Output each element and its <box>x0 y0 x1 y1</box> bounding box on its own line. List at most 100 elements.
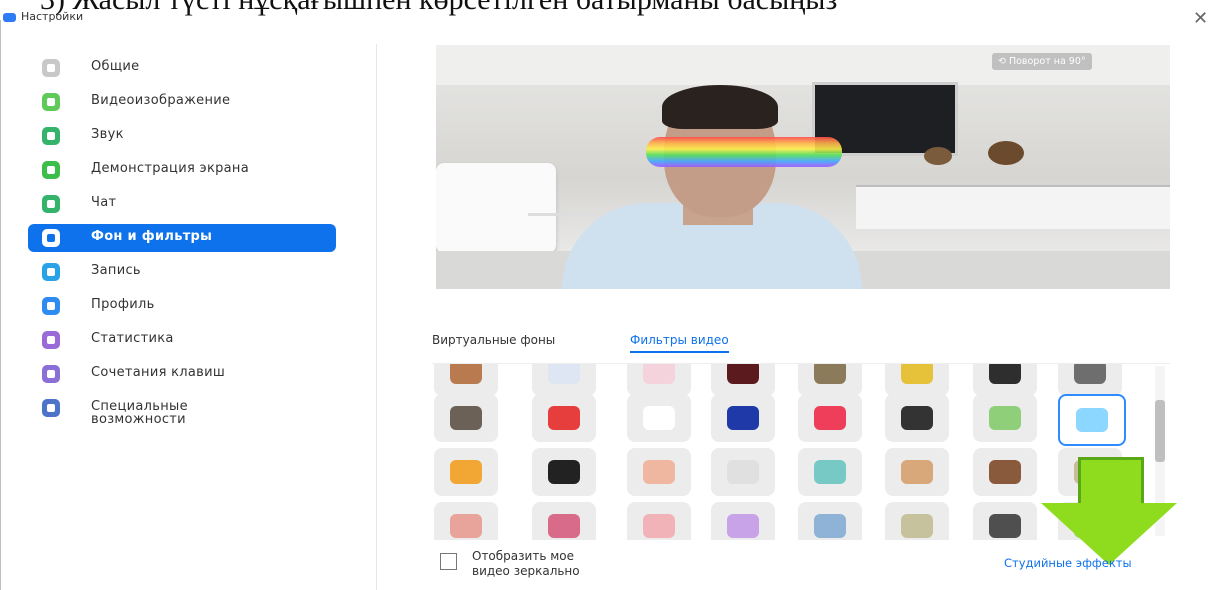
mirror-video-label-line-1: Отобразить мое <box>472 549 574 563</box>
filter-thumbnail <box>901 514 933 538</box>
filter-thumbnail <box>814 364 846 384</box>
profile-icon <box>42 297 60 315</box>
mirror-video-checkbox[interactable] <box>440 553 457 570</box>
filter-tile[interactable] <box>434 364 498 396</box>
zoom-app-icon <box>3 13 16 22</box>
sidebar-item-6[interactable]: Фон и фильтры <box>28 224 336 252</box>
filter-thumbnail <box>450 514 482 538</box>
filter-thumbnail <box>814 406 846 430</box>
sidebar-item-label: Специальные возможности <box>91 399 188 427</box>
sidebar-item-label: Чат <box>91 195 117 210</box>
filter-tile[interactable] <box>973 364 1037 396</box>
filter-thumbnail <box>989 514 1021 538</box>
filter-tile[interactable] <box>973 502 1037 540</box>
filter-thumbnail <box>989 364 1021 384</box>
filter-thumbnail <box>450 364 482 384</box>
filter-thumbnail <box>643 406 675 430</box>
sidebar-item-label: Видеоизображение <box>91 93 231 108</box>
filter-thumbnail <box>643 364 675 384</box>
mirror-video-label[interactable]: Отобразить мое видео зеркально <box>472 549 580 579</box>
filter-tile[interactable] <box>885 448 949 496</box>
filter-thumbnail <box>450 406 482 430</box>
sidebar-item-label: Демонстрация экрана <box>91 161 249 176</box>
filter-thumbnail <box>727 364 759 384</box>
sidebar-item-label: Статистика <box>91 331 174 346</box>
window-left-border <box>0 20 1 590</box>
filter-tile[interactable] <box>798 448 862 496</box>
sidebar-item-7[interactable]: Запись <box>28 258 336 286</box>
sidebar-item-label: Общие <box>91 59 140 74</box>
filter-tile[interactable] <box>711 394 775 442</box>
rainbow-filter-overlay <box>646 137 842 167</box>
sidebar-item-label: Запись <box>91 263 141 278</box>
video-preview: ⟲ Поворот на 90° <box>436 45 1170 289</box>
filter-tile[interactable] <box>434 502 498 540</box>
filter-tile[interactable] <box>885 394 949 442</box>
sidebar-item-label: Сочетания клавиш <box>91 365 226 380</box>
rotate-90-button[interactable]: ⟲ Поворот на 90° <box>992 53 1092 70</box>
filter-thumbnail <box>548 460 580 484</box>
filter-thumbnail <box>548 406 580 430</box>
background-icon <box>42 229 60 247</box>
mirror-video-label-line-2: видео зеркально <box>472 564 580 578</box>
filter-thumbnail <box>643 514 675 538</box>
tab-virtual-backgrounds[interactable]: Виртуальные фоны <box>432 333 555 347</box>
filter-tile[interactable] <box>885 364 949 396</box>
close-icon[interactable]: ✕ <box>1193 8 1208 29</box>
filter-thumbnail <box>450 460 482 484</box>
statistics-icon <box>42 331 60 349</box>
filter-tile[interactable] <box>798 364 862 396</box>
filter-thumbnail <box>989 460 1021 484</box>
sidebar-item-2[interactable]: Видеоизображение <box>28 88 336 116</box>
filter-tile[interactable] <box>1058 394 1126 446</box>
filter-thumbnail <box>901 364 933 384</box>
filter-tile[interactable] <box>627 448 691 496</box>
sidebar-item-8[interactable]: Профиль <box>28 292 336 320</box>
filter-tile[interactable] <box>627 364 691 396</box>
filter-tile[interactable] <box>532 364 596 396</box>
sidebar-item-1[interactable]: Общие <box>28 54 336 82</box>
tab-video-filters[interactable]: Фильтры видео <box>630 333 729 353</box>
filter-thumbnail <box>643 460 675 484</box>
filter-tile[interactable] <box>532 394 596 442</box>
room-vase <box>988 141 1024 165</box>
filter-tile[interactable] <box>532 448 596 496</box>
person-hair <box>662 85 778 129</box>
filter-tile[interactable] <box>973 448 1037 496</box>
settings-sidebar: Общие Видеоизображение Звук Демонстрация эк… <box>20 44 377 590</box>
filter-tile[interactable] <box>627 394 691 442</box>
filters-scroll-thumb[interactable] <box>1155 400 1165 462</box>
filter-tile[interactable] <box>711 448 775 496</box>
filter-tile[interactable] <box>434 394 498 442</box>
sidebar-item-10[interactable]: Сочетания клавиш <box>28 360 336 388</box>
studio-effects-link[interactable]: Студийные эффекты <box>1004 556 1132 570</box>
sidebar-item-4[interactable]: Демонстрация экрана <box>28 156 336 184</box>
sidebar-item-5[interactable]: Чат <box>28 190 336 218</box>
sidebar-item-9[interactable]: Статистика <box>28 326 336 354</box>
filter-tile[interactable] <box>711 502 775 540</box>
filter-thumbnail <box>727 406 759 430</box>
filter-tile[interactable] <box>434 448 498 496</box>
window-title: Настройки <box>21 10 84 23</box>
sidebar-item-3[interactable]: Звук <box>28 122 336 150</box>
record-icon <box>42 263 60 281</box>
filter-tile[interactable] <box>711 364 775 396</box>
filter-thumbnail <box>548 364 580 384</box>
filter-tile[interactable] <box>798 394 862 442</box>
sidebar-item-11[interactable]: Специальные возможности <box>28 394 336 426</box>
headphones-icon <box>42 127 60 145</box>
filter-tile[interactable] <box>532 502 596 540</box>
video-icon <box>42 93 60 111</box>
filter-thumbnail <box>901 406 933 430</box>
filter-tile[interactable] <box>1058 364 1122 396</box>
filter-thumbnail <box>727 514 759 538</box>
filter-thumbnail <box>1076 408 1108 432</box>
filter-tile[interactable] <box>885 502 949 540</box>
chat-icon <box>42 195 60 213</box>
share-screen-icon <box>42 161 60 179</box>
filter-tile[interactable] <box>798 502 862 540</box>
filter-tile[interactable] <box>973 394 1037 442</box>
sidebar-item-label: Профиль <box>91 297 155 312</box>
filter-tile[interactable] <box>627 502 691 540</box>
filter-thumbnail <box>814 460 846 484</box>
